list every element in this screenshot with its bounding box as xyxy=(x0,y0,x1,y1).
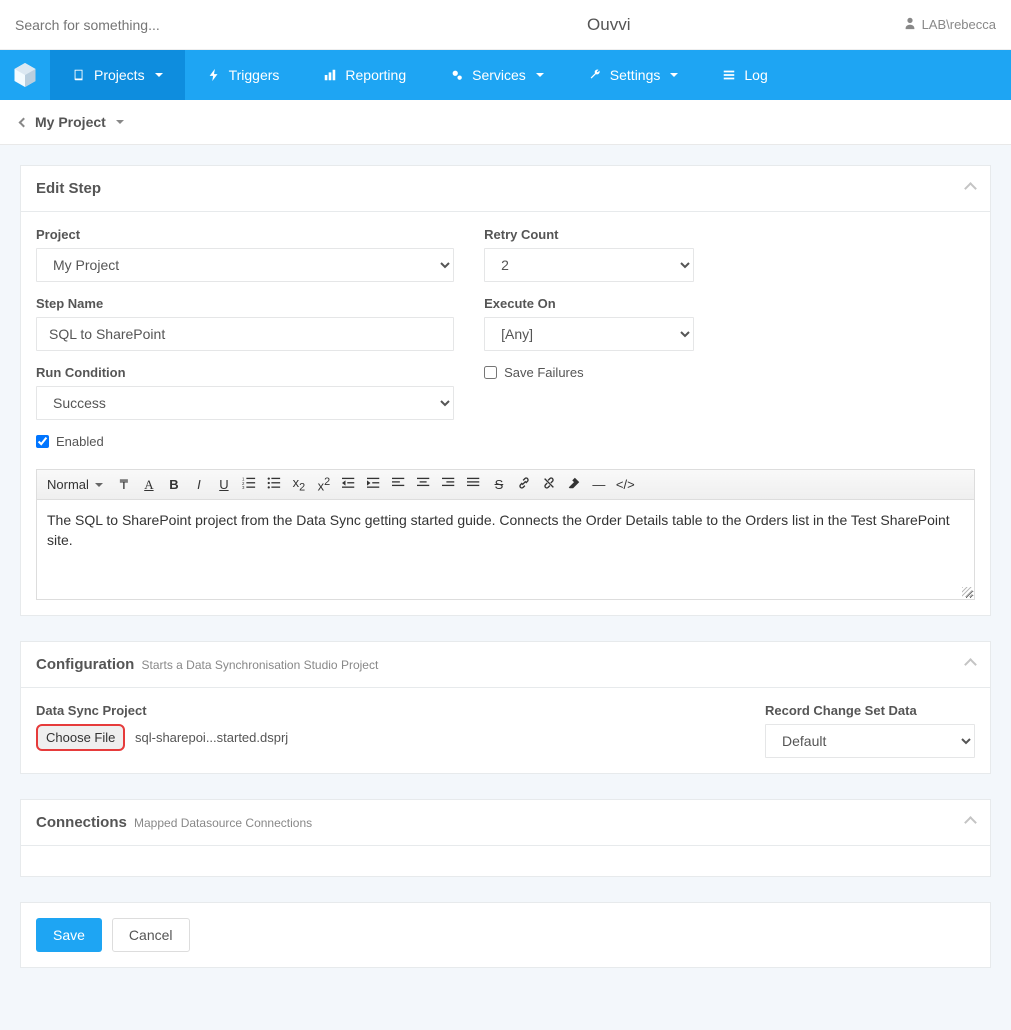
nav-reporting-label: Reporting xyxy=(345,67,406,83)
save-failures-label: Save Failures xyxy=(504,365,583,380)
editor-align-center-icon[interactable] xyxy=(416,476,432,493)
editor-style-select[interactable]: Normal xyxy=(43,475,107,494)
nav-services[interactable]: Services xyxy=(428,50,566,100)
editor-content[interactable]: The SQL to SharePoint project from the D… xyxy=(36,500,975,600)
breadcrumb[interactable]: My Project xyxy=(0,100,1011,145)
execute-on-select[interactable]: [Any] xyxy=(484,317,694,351)
collapse-icon[interactable] xyxy=(966,816,975,830)
editor-ol-icon[interactable]: 123 xyxy=(241,476,257,493)
connections-subtitle: Mapped Datasource Connections xyxy=(134,816,312,830)
bolt-icon xyxy=(207,68,221,82)
topbar: Ouvvi LAB\rebecca xyxy=(0,0,1011,50)
nav-services-label: Services xyxy=(472,67,526,83)
actions-panel: Save Cancel xyxy=(20,902,991,968)
nav-log-label: Log xyxy=(744,67,767,83)
chevron-left-icon xyxy=(19,117,29,127)
retry-count-select[interactable]: 2 xyxy=(484,248,694,282)
caret-down-icon xyxy=(155,73,163,77)
project-label: Project xyxy=(36,227,454,242)
editor-outdent-icon[interactable] xyxy=(341,476,357,493)
list-icon xyxy=(722,68,736,82)
editor-bold-icon[interactable]: B xyxy=(166,477,182,492)
filename-label: sql-sharepoi...started.dsprj xyxy=(135,730,288,745)
collapse-icon[interactable] xyxy=(966,182,975,196)
record-change-label: Record Change Set Data xyxy=(765,703,975,718)
brand-title: Ouvvi xyxy=(315,15,903,35)
execute-on-label: Execute On xyxy=(484,296,694,311)
user-icon xyxy=(903,16,917,33)
editor-superscript-icon[interactable]: x2 xyxy=(316,476,332,493)
navbar: Projects Triggers Reporting Services Set… xyxy=(0,50,1011,100)
svg-text:3: 3 xyxy=(242,485,245,490)
save-failures-checkbox[interactable] xyxy=(484,366,497,379)
enabled-checkbox[interactable] xyxy=(36,435,49,448)
step-name-input[interactable] xyxy=(36,317,454,351)
run-condition-label: Run Condition xyxy=(36,365,454,380)
cancel-button[interactable]: Cancel xyxy=(112,918,190,952)
configuration-title: Configuration xyxy=(36,656,134,673)
edit-step-header[interactable]: Edit Step xyxy=(21,166,990,212)
editor-fontsize-icon[interactable]: ₸ xyxy=(116,477,132,493)
editor-italic-icon[interactable]: I xyxy=(191,477,207,492)
record-change-select[interactable]: Default xyxy=(765,724,975,758)
caret-down-icon xyxy=(536,73,544,77)
choose-file-button[interactable]: Choose File xyxy=(36,724,125,751)
editor-unlink-icon[interactable] xyxy=(541,476,557,493)
cogs-icon xyxy=(450,68,464,82)
configuration-header[interactable]: Configuration Starts a Data Synchronisat… xyxy=(21,642,990,688)
wrench-icon xyxy=(588,68,602,82)
edit-step-panel: Edit Step Project My Project Step Name xyxy=(20,165,991,616)
connections-title: Connections xyxy=(36,814,127,831)
editor-align-right-icon[interactable] xyxy=(441,476,457,493)
user-area[interactable]: LAB\rebecca xyxy=(903,16,996,33)
book-icon xyxy=(72,68,86,82)
user-label: LAB\rebecca xyxy=(922,17,996,32)
project-select[interactable]: My Project xyxy=(36,248,454,282)
configuration-panel: Configuration Starts a Data Synchronisat… xyxy=(20,641,991,774)
run-condition-select[interactable]: Success xyxy=(36,386,454,420)
editor-hr-icon[interactable]: — xyxy=(591,477,607,492)
nav-settings-label: Settings xyxy=(610,67,661,83)
data-sync-project-label: Data Sync Project xyxy=(36,703,288,718)
nav-reporting[interactable]: Reporting xyxy=(301,50,428,100)
search-input[interactable] xyxy=(15,17,315,33)
editor-align-justify-icon[interactable] xyxy=(466,476,482,493)
editor-underline-icon[interactable]: U xyxy=(216,477,232,492)
logo[interactable] xyxy=(0,50,50,100)
retry-count-label: Retry Count xyxy=(484,227,694,242)
edit-step-title: Edit Step xyxy=(36,180,101,197)
step-name-label: Step Name xyxy=(36,296,454,311)
editor-code-icon[interactable]: </> xyxy=(616,477,635,492)
nav-log[interactable]: Log xyxy=(700,50,789,100)
nav-projects[interactable]: Projects xyxy=(50,50,185,100)
editor-link-icon[interactable] xyxy=(516,476,532,493)
caret-down-icon xyxy=(670,73,678,77)
caret-down-icon xyxy=(116,120,124,124)
save-button[interactable]: Save xyxy=(36,918,102,952)
connections-header[interactable]: Connections Mapped Datasource Connection… xyxy=(21,800,990,846)
editor-strike-icon[interactable]: S xyxy=(491,477,507,492)
chart-icon xyxy=(323,68,337,82)
configuration-subtitle: Starts a Data Synchronisation Studio Pro… xyxy=(142,658,379,672)
editor-align-left-icon[interactable] xyxy=(391,476,407,493)
connections-panel: Connections Mapped Datasource Connection… xyxy=(20,799,991,877)
editor-ul-icon[interactable] xyxy=(266,476,282,493)
enabled-label: Enabled xyxy=(56,434,104,449)
editor-indent-icon[interactable] xyxy=(366,476,382,493)
nav-settings[interactable]: Settings xyxy=(566,50,701,100)
breadcrumb-label: My Project xyxy=(35,114,106,130)
editor-subscript-icon[interactable]: x2 xyxy=(291,475,307,494)
nav-projects-label: Projects xyxy=(94,67,145,83)
editor-eraser-icon[interactable] xyxy=(566,476,582,493)
nav-triggers-label: Triggers xyxy=(229,67,280,83)
collapse-icon[interactable] xyxy=(966,658,975,672)
nav-triggers[interactable]: Triggers xyxy=(185,50,302,100)
editor-color-icon[interactable]: A xyxy=(141,477,157,493)
editor-toolbar: Normal ₸ A B I U 123 x2 x2 S xyxy=(36,469,975,500)
